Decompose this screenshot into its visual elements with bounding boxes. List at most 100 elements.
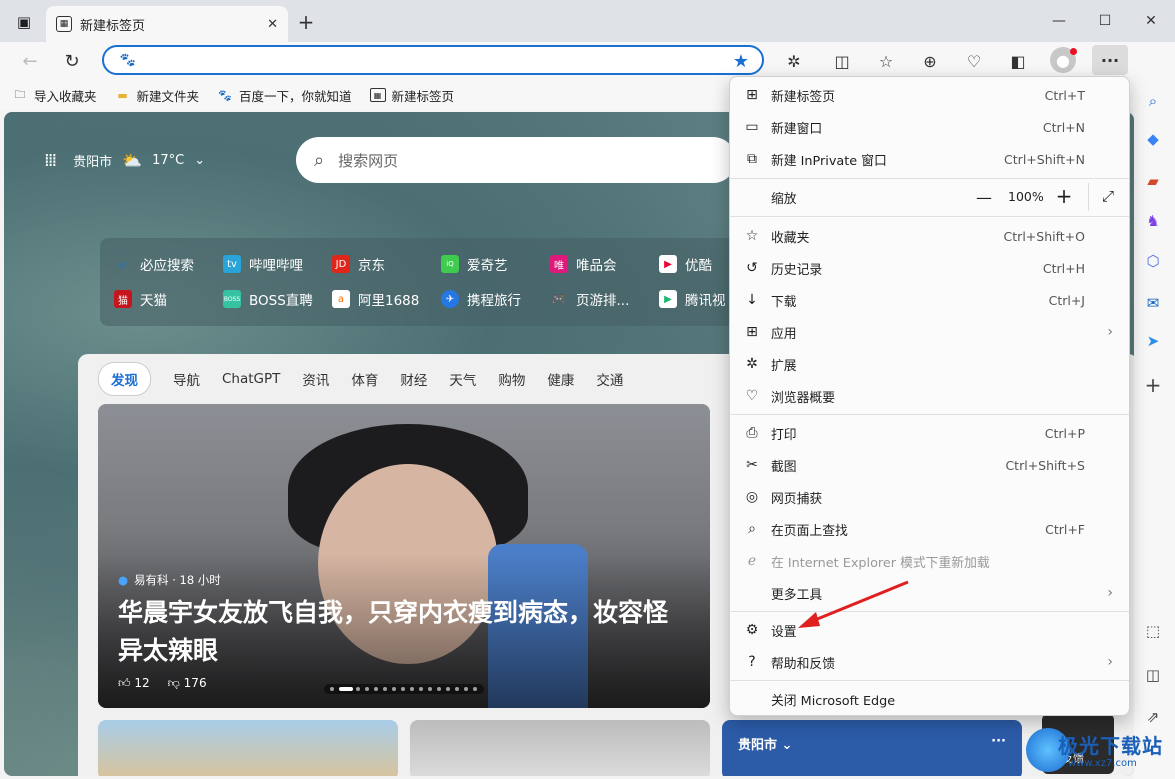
quick-link[interactable]: iQ 爱奇艺: [441, 254, 508, 274]
app-launcher-icon[interactable]: ⁞⁞⁞: [44, 150, 57, 171]
news-card[interactable]: [410, 720, 710, 776]
zoom-in-icon[interactable]: +: [1054, 184, 1074, 208]
carousel-dot[interactable]: [374, 687, 378, 691]
carousel-dot[interactable]: [410, 687, 414, 691]
feed-tab[interactable]: 购物: [498, 369, 525, 389]
menu-item-apps[interactable]: ⊞ 应用 ›: [730, 316, 1129, 348]
carousel-dot[interactable]: [392, 687, 396, 691]
carousel-dot[interactable]: [419, 687, 423, 691]
collections-icon[interactable]: ⊕: [916, 47, 944, 75]
menu-item-history[interactable]: ↺ 历史记录 Ctrl+H: [730, 252, 1129, 284]
carousel-dot[interactable]: [401, 687, 405, 691]
menu-item-downloads[interactable]: ↓ 下载 Ctrl+J: [730, 284, 1129, 316]
quick-link[interactable]: tv 哔哩哔哩: [223, 254, 303, 274]
weather-card[interactable]: 贵阳市 ⌄ ···: [722, 720, 1022, 776]
favorite-import[interactable]: 🗀 导入收藏夹: [12, 86, 97, 105]
fullscreen-icon[interactable]: ⤢: [1098, 186, 1118, 206]
feed-tab[interactable]: 资讯: [302, 369, 329, 389]
carousel-dot[interactable]: [330, 687, 334, 691]
carousel-dot[interactable]: [455, 687, 459, 691]
new-tab-plus-icon[interactable]: +: [296, 10, 316, 34]
sidebar-add-icon[interactable]: +: [1140, 372, 1166, 398]
quick-link[interactable]: a 阿里1688: [332, 289, 419, 309]
carousel-dot[interactable]: [473, 687, 477, 691]
settings-more-icon[interactable]: ···: [1092, 45, 1128, 75]
menu-item-find[interactable]: ⌕ 在页面上查找 Ctrl+F: [730, 513, 1129, 545]
feed-tab[interactable]: 体育: [351, 369, 378, 389]
carousel-dot[interactable]: [464, 687, 468, 691]
browser-essentials-toolbar-icon[interactable]: ♡: [960, 47, 988, 75]
favorites-toolbar-icon[interactable]: ☆: [872, 47, 900, 75]
favorite-baidu[interactable]: 🐾 百度一下，你就知道: [217, 86, 351, 105]
carousel-dot[interactable]: [383, 687, 387, 691]
tab-newtab[interactable]: ▦ 新建标签页 ✕: [46, 6, 288, 42]
sidebar-m365-icon[interactable]: ⬡: [1140, 248, 1166, 274]
feed-tab[interactable]: 导航: [173, 369, 200, 389]
quick-link[interactable]: ▶ 腾讯视: [659, 289, 726, 309]
carousel-dot[interactable]: [437, 687, 441, 691]
quick-link[interactable]: 🎮 页游排...: [550, 289, 630, 309]
chevron-down-icon[interactable]: ⌄: [194, 153, 205, 168]
close-tab-icon[interactable]: ✕: [267, 17, 278, 32]
menu-item-extensions[interactable]: ✲ 扩展: [730, 348, 1129, 380]
favorite-star-icon[interactable]: ★: [730, 50, 752, 72]
menu-item-new-tab[interactable]: ⊞ 新建标签页 Ctrl+T: [730, 79, 1129, 111]
dislike-button[interactable]: 👎︎ 176: [168, 676, 207, 691]
chevron-down-icon[interactable]: ⌄: [782, 738, 793, 753]
menu-item-browser-essentials[interactable]: ♡ 浏览器概要: [730, 380, 1129, 412]
carousel-dot[interactable]: [339, 687, 353, 691]
address-bar[interactable]: 🐾 ★: [102, 45, 764, 75]
sidebar-external-icon[interactable]: ⇗: [1140, 704, 1166, 730]
split-screen-icon[interactable]: ◫: [828, 47, 856, 75]
sidebar-drop-icon[interactable]: ➤: [1140, 328, 1166, 354]
feed-tab[interactable]: 天气: [449, 369, 476, 389]
quick-link[interactable]: BOSS BOSS直聘: [223, 289, 313, 309]
menu-item-help[interactable]: ? 帮助和反馈 ›: [730, 646, 1129, 678]
sidebar-search-icon[interactable]: ⌕: [1140, 88, 1166, 114]
sidebar-outlook-icon[interactable]: ✉: [1140, 290, 1166, 316]
sidebar-screenshot-icon[interactable]: ⬚: [1140, 618, 1166, 644]
carousel-dot[interactable]: [428, 687, 432, 691]
menu-item-favorites[interactable]: ☆ 收藏夹 Ctrl+Shift+O: [730, 220, 1129, 252]
quick-link[interactable]: ✈ 携程旅行: [441, 289, 521, 309]
carousel-dot[interactable]: [446, 687, 450, 691]
menu-item-new-window[interactable]: ▭ 新建窗口 Ctrl+N: [730, 111, 1129, 143]
news-card[interactable]: [98, 720, 398, 776]
sidebar-shopping-icon[interactable]: ◆: [1140, 126, 1166, 152]
menu-item-close-edge[interactable]: ·关闭 Microsoft Edge: [730, 683, 1129, 715]
sidebar-toggle-icon[interactable]: ◧: [1004, 47, 1032, 75]
feed-tab[interactable]: 发现: [98, 362, 151, 396]
menu-item-web-capture[interactable]: ◎ 网页捕获: [730, 481, 1129, 513]
close-window-icon[interactable]: ✕: [1128, 0, 1174, 42]
hero-news-card[interactable]: ● 易有科 · 18 小时 华晨宇女友放飞自我，只穿内衣瘦到病态，妆容怪异太辣眼 …: [98, 404, 710, 708]
carousel-dot[interactable]: [365, 687, 369, 691]
quick-link[interactable]: ▶ 优酷: [659, 254, 712, 274]
favorite-newtab[interactable]: ▦ 新建标签页: [369, 86, 454, 105]
sidebar-layout-icon[interactable]: ◫: [1140, 662, 1166, 688]
like-button[interactable]: 👍︎ 12: [118, 676, 150, 691]
feed-tab[interactable]: 健康: [547, 369, 574, 389]
back-arrow-icon[interactable]: ←: [16, 47, 44, 75]
menu-item-inprivate[interactable]: ⧉ 新建 InPrivate 窗口 Ctrl+Shift+N: [730, 143, 1129, 175]
feed-tab[interactable]: ChatGPT: [222, 371, 280, 387]
sidebar-tools-icon[interactable]: ▰: [1140, 168, 1166, 194]
maximize-icon[interactable]: ☐: [1082, 0, 1128, 42]
extensions-puzzle-icon[interactable]: ✲: [780, 47, 808, 75]
weather-widget[interactable]: ⁞⁞⁞ 贵阳市 ⛅ 17°C ⌄: [44, 150, 205, 171]
search-box[interactable]: ⌕ 搜索网页: [296, 137, 736, 183]
tab-actions-icon[interactable]: ▣: [14, 13, 34, 31]
carousel-dots[interactable]: [324, 684, 484, 694]
quick-link[interactable]: 唯唯品会: [550, 254, 617, 274]
zoom-out-icon[interactable]: —: [974, 187, 994, 207]
menu-item-screenshot[interactable]: ✂ 截图 Ctrl+Shift+S: [730, 449, 1129, 481]
quick-link[interactable]: ⌕ 必应搜索: [114, 254, 194, 274]
sidebar-games-icon[interactable]: ♞: [1140, 208, 1166, 234]
quick-link[interactable]: JD 京东: [332, 254, 385, 274]
feed-tab[interactable]: 财经: [400, 369, 427, 389]
carousel-dot[interactable]: [356, 687, 360, 691]
feed-tab[interactable]: 交通: [596, 369, 623, 389]
menu-item-print[interactable]: ⎙ 打印 Ctrl+P: [730, 417, 1129, 449]
minimize-icon[interactable]: —: [1036, 0, 1082, 42]
hero-headline[interactable]: 华晨宇女友放飞自我，只穿内衣瘦到病态，妆容怪异太辣眼: [118, 594, 688, 670]
favorite-folder[interactable]: ▬ 新建文件夹: [115, 86, 199, 105]
